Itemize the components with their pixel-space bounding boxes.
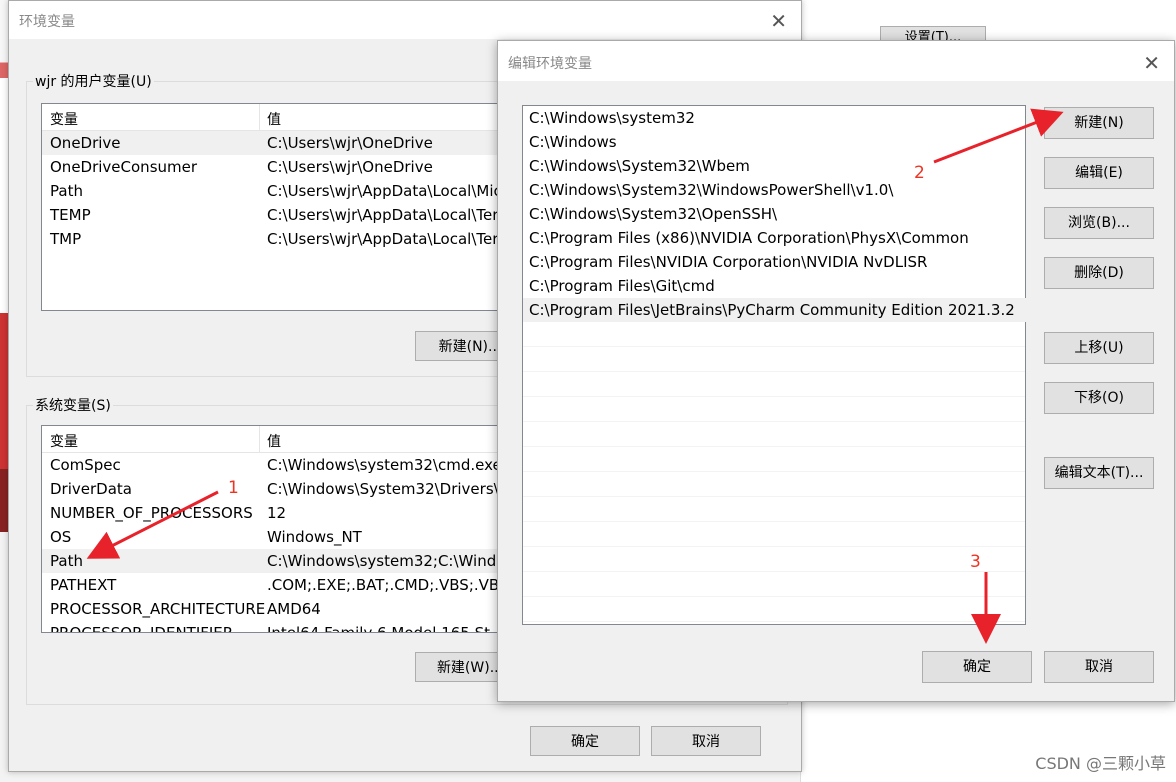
arrow-step-1 <box>86 490 219 559</box>
annotation-arrows <box>86 108 1064 644</box>
annotation-number-2: 2 <box>914 163 925 183</box>
watermark: CSDN @三颗小草 <box>1035 754 1166 773</box>
annotation-number-3: 3 <box>970 552 981 572</box>
annotation-number-1: 1 <box>228 478 239 498</box>
arrow-step-2 <box>933 108 1064 164</box>
